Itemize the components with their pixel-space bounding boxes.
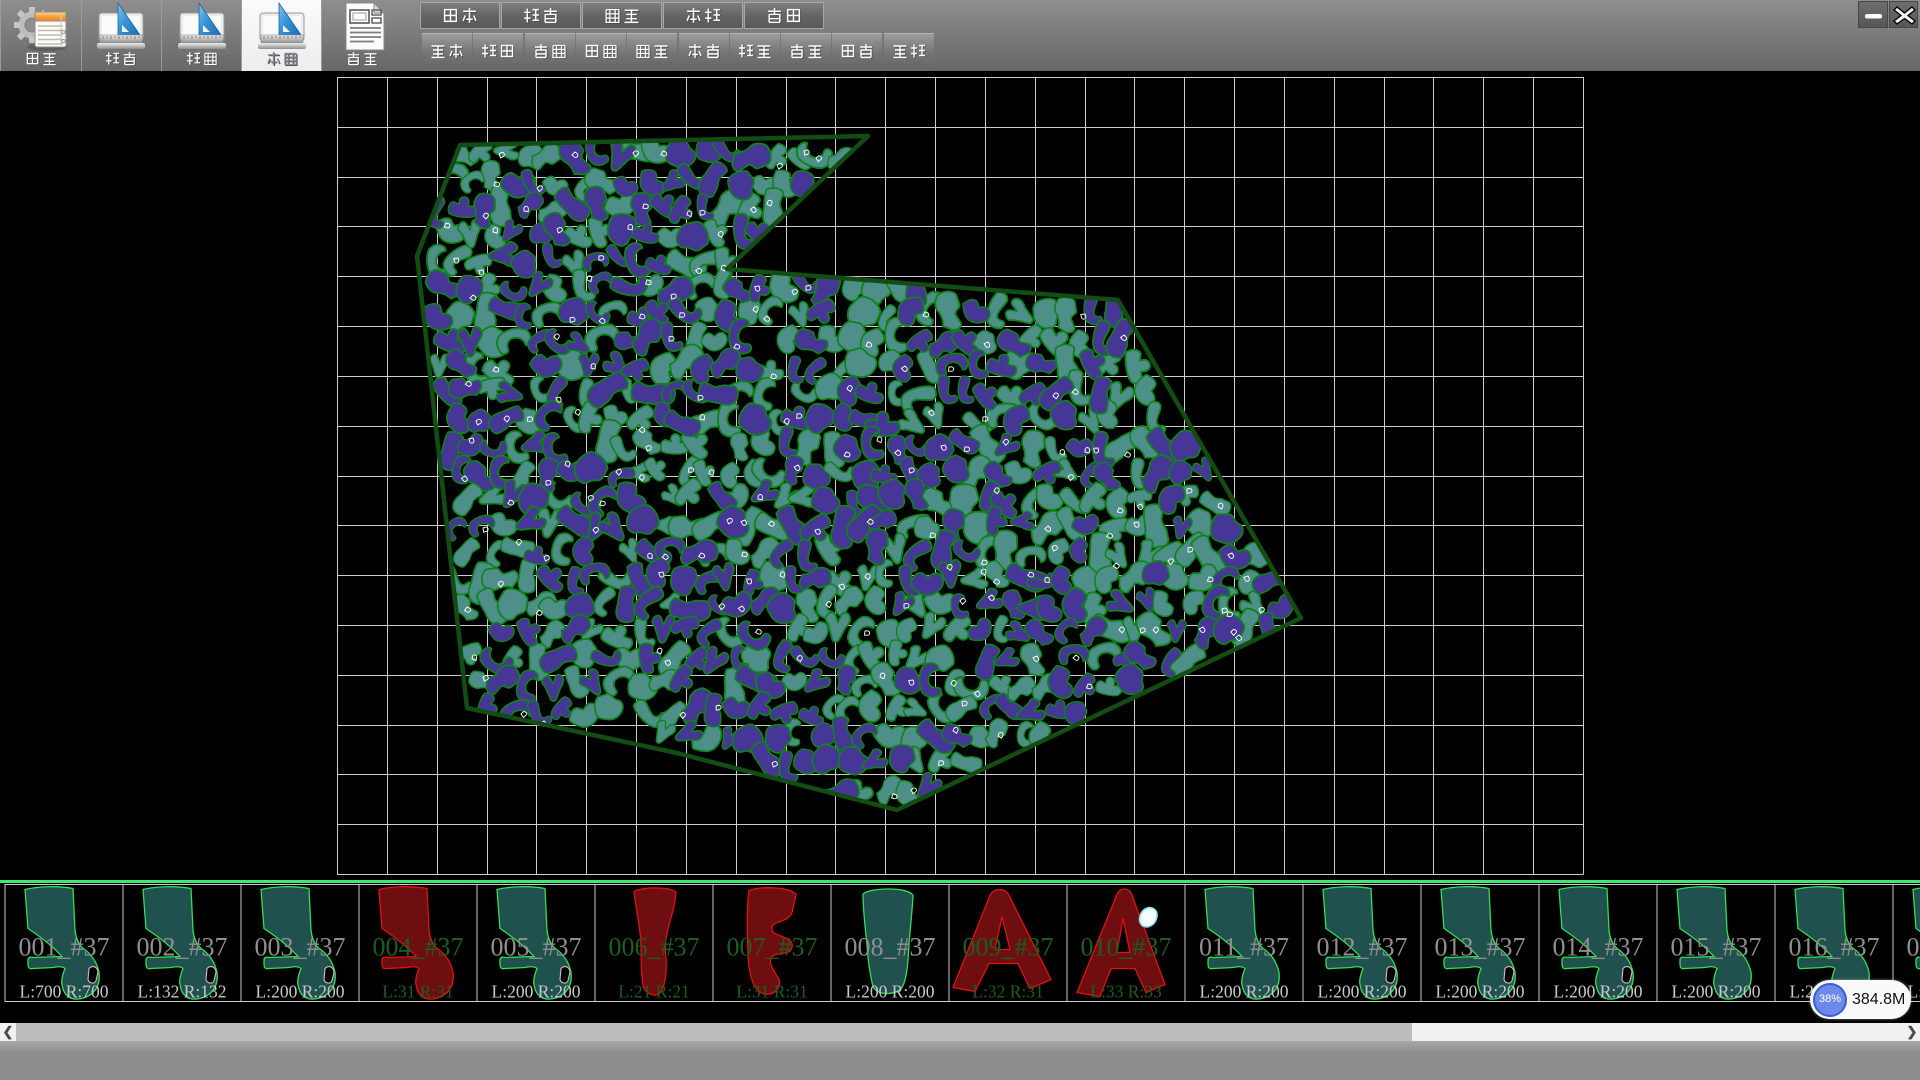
svg-text:001_#37: 001_#37 [19,933,110,962]
svg-text:005_#37: 005_#37 [491,933,582,962]
svg-text:015_#37: 015_#37 [1671,933,1762,962]
svg-text:L:200 R:200: L:200 R:200 [1672,982,1761,1002]
svg-text:L:32 R:31: L:32 R:31 [972,982,1043,1002]
svg-text:L:200 R:200: L:200 R:200 [1436,982,1525,1002]
svg-text:007_#37: 007_#37 [727,933,818,962]
svg-text:L:31 R:31: L:31 R:31 [736,982,807,1002]
svg-text:003_#37: 003_#37 [255,933,346,962]
svg-text:L:33 R:33: L:33 R:33 [1090,982,1162,1002]
svg-text:002_#37: 002_#37 [137,933,228,962]
svg-text:004_#37: 004_#37 [373,933,464,962]
svg-text:008_#37: 008_#37 [845,933,936,962]
svg-text:L:200 R:200: L:200 R:200 [846,982,935,1002]
svg-text:L:200 R:200: L:200 R:200 [256,982,345,1002]
svg-text:L:132 R:132: L:132 R:132 [138,982,227,1002]
svg-text:012_#37: 012_#37 [1317,933,1408,962]
svg-text:L:200 R:200: L:200 R:200 [1200,982,1289,1002]
svg-text:L:200 R:200: L:200 R:200 [1318,982,1407,1002]
svg-text:013_#37: 013_#37 [1435,933,1526,962]
svg-text:006_#37: 006_#37 [609,933,700,962]
svg-text:009_#37: 009_#37 [963,933,1054,962]
svg-text:014_#37: 014_#37 [1553,933,1644,962]
svg-text:016_#37: 016_#37 [1789,933,1880,962]
svg-text:L:31 R:31: L:31 R:31 [382,982,453,1002]
svg-text:011_#37: 011_#37 [1199,933,1289,962]
svg-text:L:21 R:21: L:21 R:21 [618,982,689,1002]
svg-text:L:700 R:700: L:700 R:700 [20,982,109,1002]
svg-text:010_#37: 010_#37 [1081,933,1172,962]
svg-text:L:200 R:200: L:200 R:200 [492,982,581,1002]
svg-text:017_#37: 017_#37 [1907,933,1920,962]
svg-text:L:200 R:200: L:200 R:200 [1554,982,1643,1002]
